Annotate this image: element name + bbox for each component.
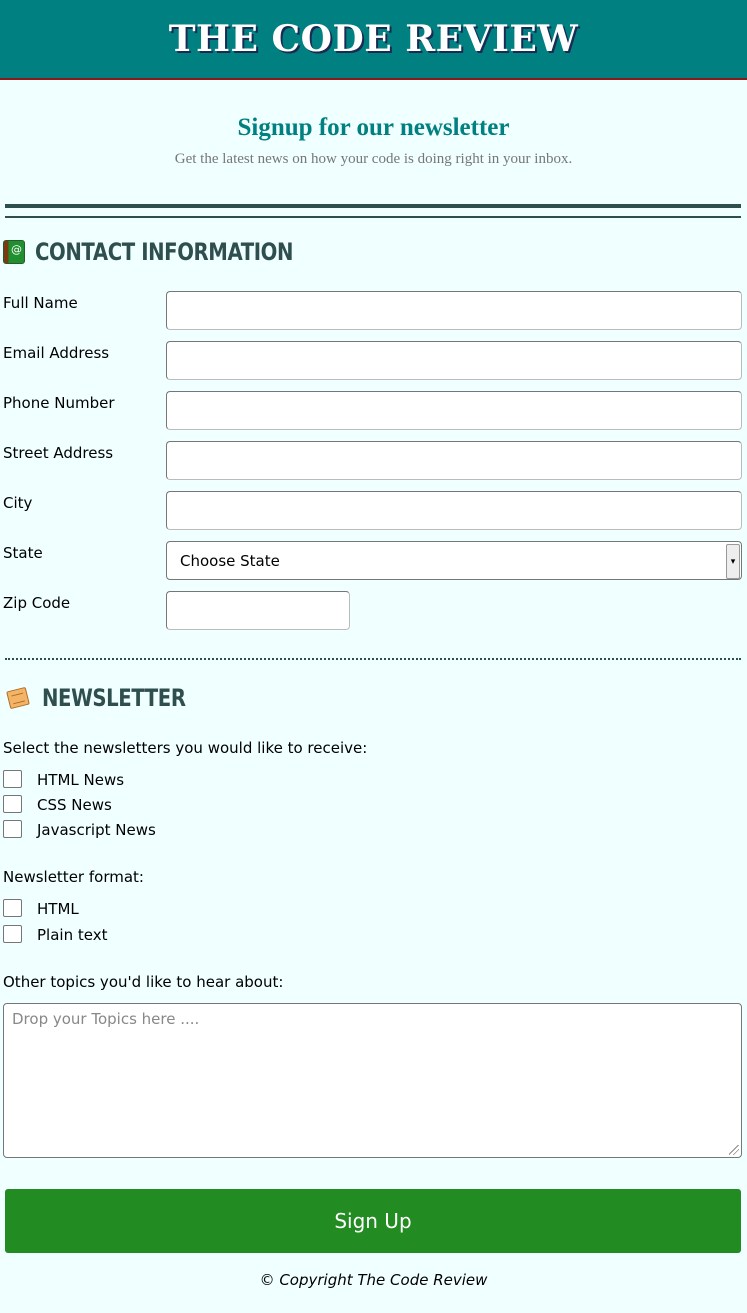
phone-label: Phone Number xyxy=(3,394,115,412)
resize-handle-icon[interactable] xyxy=(729,1145,739,1155)
email-label: Email Address xyxy=(3,344,110,362)
checkbox-javascript-news-label[interactable]: Javascript News xyxy=(37,821,156,839)
newsletter-section-header: NEWSLETTER xyxy=(6,684,217,712)
divider-thick xyxy=(5,204,741,208)
divider-thin xyxy=(5,216,741,218)
state-select-value: Choose State xyxy=(180,551,280,570)
contact-section-header: CONTACT INFORMATION xyxy=(3,238,350,266)
checkbox-format-plain-text-label[interactable]: Plain text xyxy=(37,926,107,944)
checkbox-css-news-label[interactable]: CSS News xyxy=(37,796,112,814)
zip-input[interactable] xyxy=(166,591,350,630)
city-input[interactable] xyxy=(166,491,742,530)
street-input[interactable] xyxy=(166,441,742,480)
other-topics-prompt: Other topics you'd like to hear about: xyxy=(3,973,284,991)
state-label: State xyxy=(3,544,43,562)
checkbox-format-html-row[interactable]: HTML xyxy=(3,899,79,918)
newsletter-select-prompt: Select the newsletters you would like to… xyxy=(3,739,368,757)
newsletter-signup-title: Signup for our newsletter xyxy=(237,114,510,141)
newsletter-signup-subtitle: Get the latest news on how your code is … xyxy=(174,151,573,167)
full-name-input[interactable] xyxy=(166,291,742,330)
checkbox-css-news-row[interactable]: CSS News xyxy=(3,795,112,814)
checkbox-format-html-label[interactable]: HTML xyxy=(37,900,79,918)
checkbox-format-html[interactable] xyxy=(3,899,22,917)
city-label: City xyxy=(3,494,33,512)
section-divider-dotted xyxy=(5,658,741,660)
full-name-label: Full Name xyxy=(3,294,78,312)
checkbox-html-news[interactable] xyxy=(3,770,22,788)
email-input[interactable] xyxy=(166,341,742,380)
checkbox-html-news-row[interactable]: HTML News xyxy=(3,770,124,789)
checkbox-format-plain-text[interactable] xyxy=(3,925,22,943)
site-header: THE CODE REVIEW xyxy=(0,0,747,80)
newsletter-format-prompt: Newsletter format: xyxy=(3,868,144,886)
sign-up-button[interactable]: Sign Up xyxy=(5,1189,741,1253)
state-select[interactable]: Choose State ▾ xyxy=(166,541,742,580)
zip-label: Zip Code xyxy=(3,594,71,612)
street-label: Street Address xyxy=(3,444,114,462)
checkbox-css-news[interactable] xyxy=(3,795,22,813)
address-book-icon xyxy=(3,240,25,264)
notepad-icon xyxy=(6,686,30,710)
chevron-down-icon[interactable]: ▾ xyxy=(726,544,740,579)
checkbox-javascript-news[interactable] xyxy=(3,820,22,838)
contact-section-title: CONTACT INFORMATION xyxy=(35,238,294,266)
phone-input[interactable] xyxy=(166,391,742,430)
checkbox-javascript-news-row[interactable]: Javascript News xyxy=(3,820,156,839)
newsletter-section-title: NEWSLETTER xyxy=(42,684,186,712)
copyright-footer: © Copyright The Code Review xyxy=(259,1271,488,1289)
other-topics-placeholder: Drop your Topics here .... xyxy=(12,1010,200,1028)
other-topics-textarea[interactable]: Drop your Topics here .... xyxy=(3,1003,742,1158)
checkbox-html-news-label[interactable]: HTML News xyxy=(37,771,124,789)
site-title: THE CODE REVIEW xyxy=(168,18,579,60)
checkbox-format-plain-text-row[interactable]: Plain text xyxy=(3,925,107,944)
